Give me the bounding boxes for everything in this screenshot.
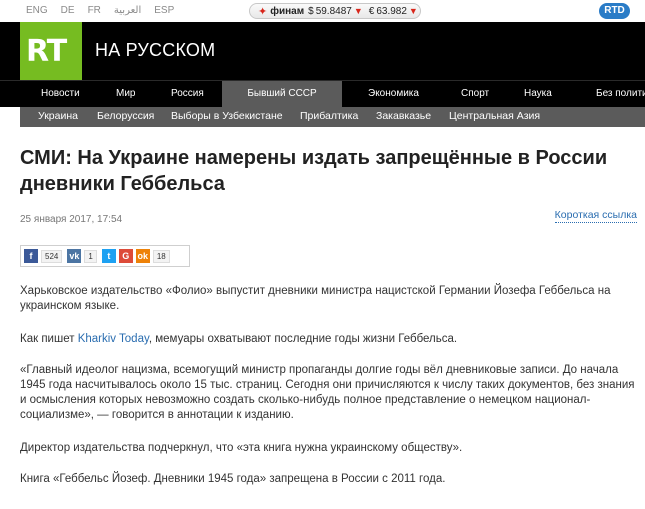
subnav-item-caucasus[interactable]: Закавказье bbox=[376, 110, 431, 122]
facebook-icon[interactable]: f bbox=[24, 249, 38, 263]
lang-eng[interactable]: ENG bbox=[26, 5, 48, 16]
nav-item-former-ussr[interactable]: Бывший СССР bbox=[222, 81, 342, 107]
twitter-icon[interactable]: t bbox=[101, 249, 116, 263]
top-strip: ENG DE FR العربية ESP ✦ финам $ 59.8487 … bbox=[0, 0, 645, 22]
lang-de[interactable]: DE bbox=[61, 5, 75, 16]
eur-rate: 63.982 bbox=[376, 5, 407, 17]
subnav-item-belarus[interactable]: Белоруссия bbox=[97, 110, 154, 122]
nav-item-news[interactable]: Новости bbox=[41, 88, 80, 99]
lang-fr[interactable]: FR bbox=[88, 5, 101, 16]
subnav-item-central-asia[interactable]: Центральная Азия bbox=[449, 110, 540, 122]
nav-item-russia[interactable]: Россия bbox=[171, 88, 204, 99]
main-nav: Новости Мир Россия Бывший СССР Экономика… bbox=[0, 80, 645, 107]
lang-esp[interactable]: ESP bbox=[154, 5, 174, 16]
eur-sign-icon: € bbox=[368, 5, 375, 17]
rt-logo[interactable]: RT bbox=[20, 22, 82, 80]
paragraph-text: Как пишет bbox=[20, 333, 78, 345]
share-bar: f 524 vk 1 t G ok 18 bbox=[20, 245, 190, 267]
nav-item-economy[interactable]: Экономика bbox=[368, 88, 419, 99]
rtd-button[interactable]: RTD bbox=[599, 3, 630, 19]
sub-nav: Украина Белоруссия Выборы в Узбекистане … bbox=[20, 107, 645, 127]
article-title: СМИ: На Украине намерены издать запрещён… bbox=[20, 147, 608, 195]
odnoklassniki-icon[interactable]: ok bbox=[135, 249, 150, 263]
currency-rates-widget[interactable]: ✦ финам $ 59.8487 ▼ € 63.982 ▼ bbox=[249, 3, 421, 19]
article-paragraph-5: Книга «Геббельс Йозеф. Дневники 1945 год… bbox=[20, 473, 446, 485]
article-paragraph-4: Директор издательства подчеркнул, что «э… bbox=[20, 442, 463, 454]
site-header: RT НА РУССКОМ bbox=[0, 22, 645, 80]
odnoklassniki-count: 18 bbox=[152, 249, 170, 263]
paragraph-text: , мемуары охватывают последние годы жизн… bbox=[148, 333, 458, 345]
down-triangle-icon: ▼ bbox=[408, 6, 418, 16]
usd-sign-icon: $ bbox=[308, 5, 314, 17]
nav-item-science[interactable]: Наука bbox=[524, 88, 552, 99]
article-paragraph-3: «Главный идеолог нацизма, всемогущий мин… bbox=[20, 364, 635, 421]
google-plus-icon[interactable]: G bbox=[118, 249, 133, 263]
nav-item-no-politics[interactable]: Без полити bbox=[596, 88, 645, 99]
article: СМИ: На Украине намерены издать запрещён… bbox=[20, 127, 645, 509]
kharkiv-today-link[interactable]: Kharkiv Today bbox=[78, 333, 149, 345]
usd-rate: 59.8487 bbox=[315, 5, 352, 17]
facebook-count: 524 bbox=[41, 249, 63, 263]
article-date: 25 января 2017, 17:54 bbox=[20, 214, 123, 225]
rates-provider: финам bbox=[270, 5, 305, 17]
article-paragraph-2: Как пишет Kharkiv Today, мемуары охватыв… bbox=[20, 332, 635, 347]
article-paragraph-1: Харьковское издательство «Фолио» выпусти… bbox=[20, 285, 611, 312]
brand-title[interactable]: НА РУССКОМ bbox=[95, 40, 215, 61]
vk-count: 1 bbox=[84, 249, 97, 263]
lang-ar[interactable]: العربية bbox=[114, 5, 141, 16]
short-link[interactable]: Короткая ссылка bbox=[554, 209, 637, 223]
nav-item-sport[interactable]: Спорт bbox=[461, 88, 489, 99]
rt-logo-text: RT bbox=[26, 34, 67, 69]
finam-logo-icon: ✦ bbox=[258, 5, 268, 18]
nav-item-world[interactable]: Мир bbox=[116, 88, 135, 99]
subnav-item-uzbek-elections[interactable]: Выборы в Узбекистане bbox=[171, 110, 283, 122]
vk-icon[interactable]: vk bbox=[67, 249, 82, 263]
subnav-item-baltics[interactable]: Прибалтика bbox=[300, 110, 358, 122]
subnav-item-ukraine[interactable]: Украина bbox=[38, 110, 78, 122]
language-switcher: ENG DE FR العربية ESP bbox=[26, 5, 187, 16]
down-triangle-icon: ▼ bbox=[353, 6, 363, 16]
